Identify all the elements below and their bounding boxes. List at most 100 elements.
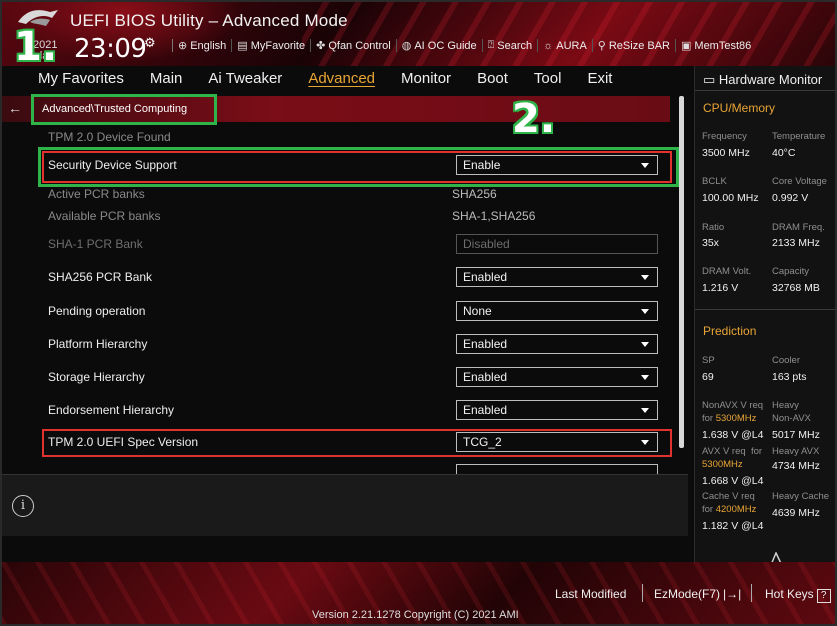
nonavx-label-line1: NonAVX V req: [702, 400, 764, 411]
platform-hierarchy-label: Platform Hierarchy: [48, 337, 148, 351]
tpm-found-text: TPM 2.0 Device Found: [48, 130, 171, 144]
myfavorite-button[interactable]: ▤ MyFavorite: [231, 39, 310, 52]
ai-oc-guide-button[interactable]: ◍ AI OC Guide: [395, 39, 482, 52]
menu-boot[interactable]: Boot: [477, 70, 508, 87]
menu-exit[interactable]: Exit: [587, 70, 612, 87]
active-pcr-label: Active PCR banks: [48, 187, 145, 201]
help-icon: ?: [816, 589, 831, 603]
sha1-bank-select: Disabled: [456, 234, 658, 254]
footer-bar: Last Modified EzMode(F7) |→| Hot Keys? Ve…: [2, 562, 835, 624]
endorsement-hierarchy-select[interactable]: Enabled: [456, 400, 658, 420]
divider: [751, 584, 752, 602]
menu-my-favorites[interactable]: My Favorites: [38, 70, 124, 87]
ezmode-label: EzMode(F7): [654, 587, 721, 601]
cpu-memory-section: CPU/Memory: [703, 101, 776, 115]
sha1-bank-label: SHA-1 PCR Bank: [48, 237, 143, 251]
hw-monitor-title-text: Hardware Monitor: [718, 72, 823, 87]
sha256-bank-select[interactable]: Enabled: [456, 267, 658, 287]
sp-label: SP: [702, 355, 715, 366]
pending-operation-value: None: [463, 304, 492, 318]
fan-icon: ✤: [316, 40, 326, 52]
cooler-value: 163 pts: [772, 371, 807, 383]
menu-advanced[interactable]: Advanced: [308, 70, 375, 87]
caret-down-icon: [641, 309, 649, 314]
sha1-bank-value: Disabled: [463, 237, 510, 251]
ai-oc-guide-label: AI OC Guide: [414, 39, 477, 52]
sha256-bank-label: SHA256 PCR Bank: [48, 270, 153, 284]
hotkeys-button[interactable]: Hot Keys?: [765, 587, 831, 603]
last-modified-button[interactable]: Last Modified: [555, 587, 626, 601]
heavy-avx-value: 4734 MHz: [772, 460, 820, 472]
avx-value: 1.668 V @L4: [702, 475, 764, 487]
qfan-button[interactable]: ✤ Qfan Control: [310, 39, 396, 52]
divider: [695, 309, 836, 310]
pending-operation-select[interactable]: None: [456, 301, 658, 321]
active-pcr-value: SHA256: [452, 187, 497, 201]
aura-button[interactable]: ☼ AURA: [537, 39, 592, 52]
resize-bar-label: ReSize BAR: [608, 39, 670, 52]
memtest-button[interactable]: ▣ MemTest86: [675, 39, 756, 52]
resize-bar-button[interactable]: ⚲ ReSize BAR: [591, 39, 675, 52]
cache-label: Cache V req for 4200MHz: [702, 490, 756, 516]
resize-icon: ⚲: [597, 40, 606, 52]
step-1-marker: 1.: [14, 24, 58, 70]
bclk-label: BCLK: [702, 176, 727, 187]
ezmode-button[interactable]: EzMode(F7) |→|: [654, 587, 741, 601]
next-select-partial[interactable]: [456, 464, 658, 474]
menu-tool[interactable]: Tool: [534, 70, 562, 87]
nonavx-freq: 5300MHz: [715, 413, 757, 424]
avx-freq: 5300MHz: [702, 459, 743, 470]
hw-monitor-title: ▭ Hardware Monitor: [703, 72, 822, 88]
avx-label-for: for: [750, 446, 763, 457]
sha256-bank-value: Enabled: [463, 270, 508, 284]
sp-value: 69: [702, 371, 714, 383]
heavy-cache-value: 4639 MHz: [772, 507, 820, 519]
cache-value: 1.182 V @L4: [702, 520, 764, 532]
storage-hierarchy-select[interactable]: Enabled: [456, 367, 658, 387]
divider: [642, 584, 643, 602]
favorite-icon: ▤: [237, 40, 248, 52]
language-button[interactable]: ⊕ English: [172, 39, 231, 52]
main-menu: My Favorites Main Ai Tweaker Advanced Mo…: [38, 70, 638, 87]
caret-down-icon: [641, 275, 649, 280]
cache-freq: 4200MHz: [715, 504, 757, 515]
memtest-label: MemTest86: [694, 39, 752, 52]
menu-ai-tweaker[interactable]: Ai Tweaker: [208, 70, 282, 87]
avx-label-line1: AVX V req: [702, 446, 746, 457]
back-arrow-icon[interactable]: ←: [8, 100, 22, 116]
frequency-value: 3500 MHz: [702, 147, 750, 159]
search-button[interactable]: ⍰ Search: [481, 39, 537, 52]
gear-icon[interactable]: ⚙: [144, 35, 156, 51]
capacity-value: 32768 MB: [772, 282, 820, 294]
scrollbar[interactable]: [679, 96, 684, 448]
step-2-marker: 2.: [512, 96, 556, 142]
temperature-label: Temperature: [772, 131, 826, 142]
available-pcr-label: Available PCR banks: [48, 209, 161, 223]
version-text: Version 2.21.1278 Copyright (C) 2021 AMI: [312, 609, 519, 621]
top-header: UEFI BIOS Utility – Advanced Mode /2021 …: [2, 2, 835, 66]
heavy-nonavx-label-line2: Non-AVX: [772, 413, 811, 424]
platform-hierarchy-select[interactable]: Enabled: [456, 334, 658, 354]
dram-volt-value: 1.216 V: [702, 282, 739, 294]
help-info-bar: i: [2, 474, 688, 536]
search-icon: ⍰: [487, 39, 495, 51]
menu-monitor[interactable]: Monitor: [401, 70, 451, 87]
language-label: English: [190, 39, 227, 52]
capacity-label: Capacity: [772, 266, 809, 277]
endorsement-hierarchy-label: Endorsement Hierarchy: [48, 403, 175, 417]
myfavorite-label: MyFavorite: [250, 39, 306, 52]
menu-main[interactable]: Main: [150, 70, 183, 87]
core-voltage-label: Core Voltage: [772, 176, 827, 187]
caret-down-icon: [641, 375, 649, 380]
cache-label-line1: Cache V req: [702, 491, 755, 502]
bclk-value: 100.00 MHz: [702, 192, 759, 204]
nonavx-label: NonAVX V req for 5300MHz: [702, 399, 763, 425]
endorsement-hierarchy-value: Enabled: [463, 403, 508, 417]
avx-label: AVX V req for 5300MHz: [702, 445, 762, 471]
core-voltage-value: 0.992 V: [772, 192, 809, 204]
qfan-label: Qfan Control: [328, 39, 391, 52]
main-menu-bar: My Favorites Main Ai Tweaker Advanced Mo…: [2, 66, 692, 94]
cooler-label: Cooler: [772, 355, 800, 366]
nonavx-value: 1.638 V @L4: [702, 429, 764, 441]
cache-label-for: for: [702, 504, 714, 515]
